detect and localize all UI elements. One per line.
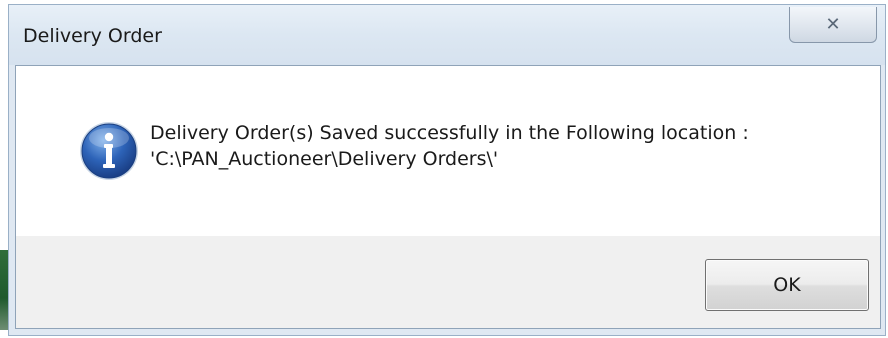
info-icon bbox=[80, 122, 138, 180]
desktop-background-edge bbox=[0, 250, 8, 330]
message-area: Delivery Order(s) Saved successfully in … bbox=[16, 66, 880, 236]
ok-button[interactable]: OK bbox=[705, 259, 869, 311]
close-icon: ✕ bbox=[825, 13, 841, 35]
message-box-dialog: Delivery Order ✕ Delivery Order(s) Saved… bbox=[8, 4, 886, 336]
dialog-title: Delivery Order bbox=[23, 25, 162, 47]
message-line-1: Delivery Order(s) Saved successfully in … bbox=[150, 122, 749, 144]
close-button[interactable]: ✕ bbox=[789, 7, 877, 43]
message-line-2: 'C:\PAN_Auctioneer\Delivery Orders\' bbox=[150, 148, 499, 170]
dialog-content: Delivery Order(s) Saved successfully in … bbox=[15, 65, 881, 329]
title-bar[interactable]: Delivery Order ✕ bbox=[9, 5, 885, 65]
message-text: Delivery Order(s) Saved successfully in … bbox=[150, 120, 749, 172]
screen: Delivery Order ✕ Delivery Order(s) Saved… bbox=[0, 0, 888, 338]
